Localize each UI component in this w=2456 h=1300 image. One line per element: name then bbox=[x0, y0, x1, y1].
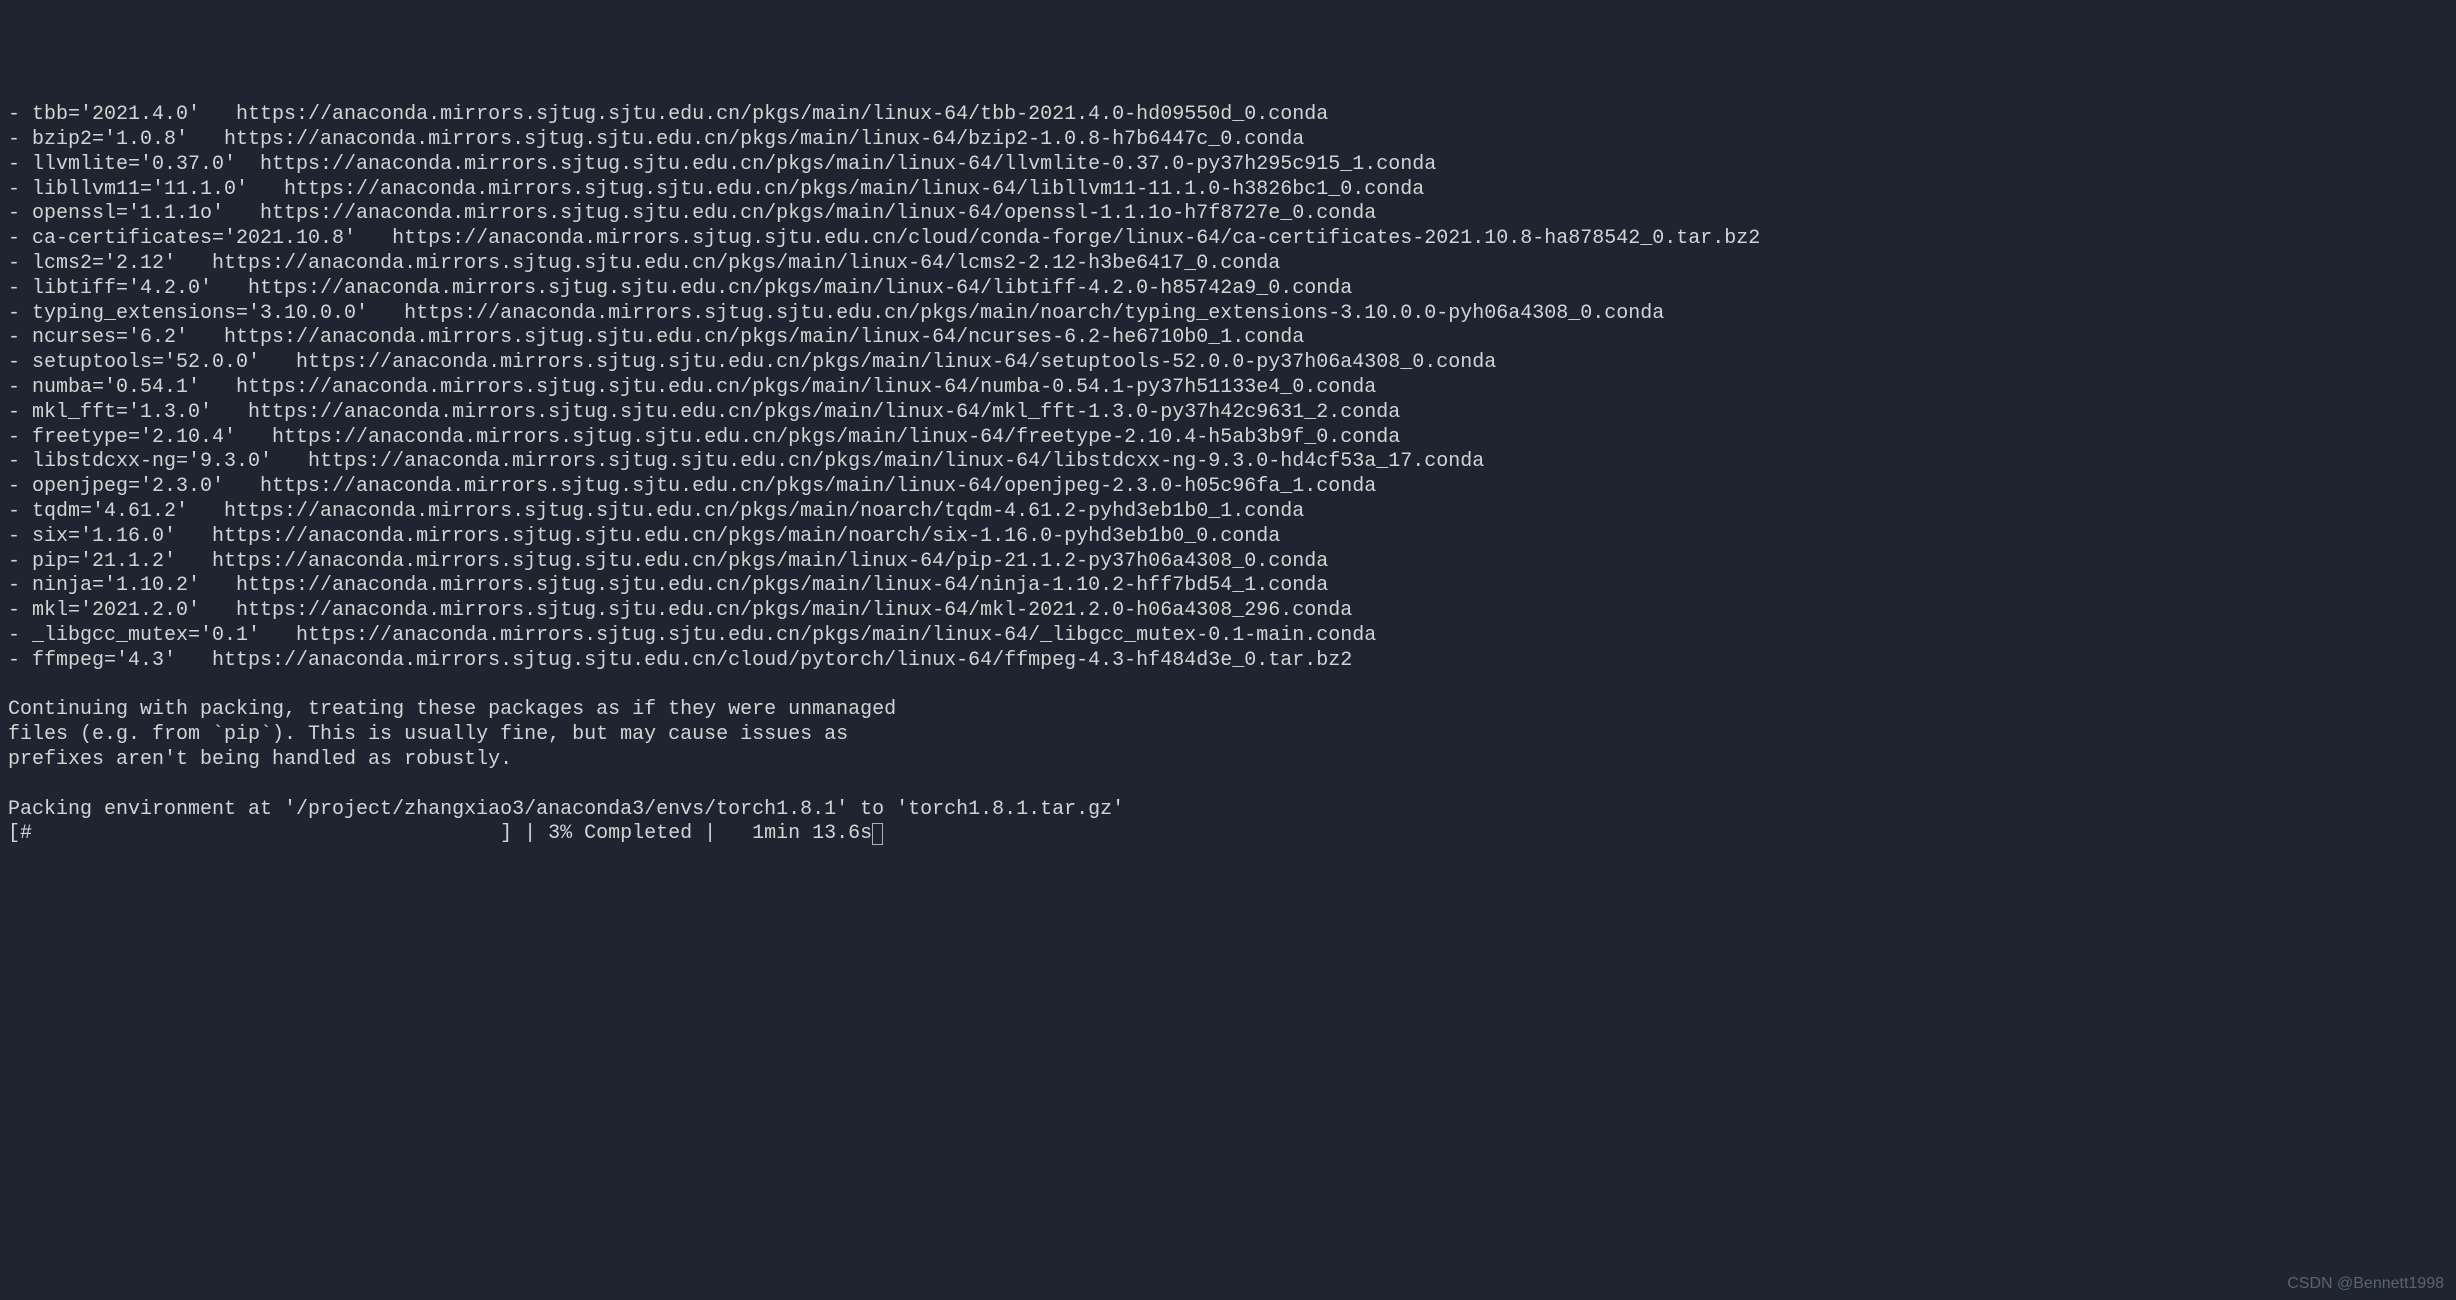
blank-line bbox=[8, 773, 2448, 798]
package-line: - mkl_fft='1.3.0' https://anaconda.mirro… bbox=[8, 401, 2448, 426]
package-line: - lcms2='2.12' https://anaconda.mirrors.… bbox=[8, 252, 2448, 277]
status-message: Continuing with packing, treating these … bbox=[8, 698, 2448, 723]
watermark-text: CSDN @Bennett1998 bbox=[2287, 1274, 2444, 1294]
terminal-output: - tbb='2021.4.0' https://anaconda.mirror… bbox=[8, 103, 2448, 847]
package-line: - libllvm11='11.1.0' https://anaconda.mi… bbox=[8, 178, 2448, 203]
package-line: - freetype='2.10.4' https://anaconda.mir… bbox=[8, 426, 2448, 451]
package-line: - _libgcc_mutex='0.1' https://anaconda.m… bbox=[8, 624, 2448, 649]
package-line: - pip='21.1.2' https://anaconda.mirrors.… bbox=[8, 550, 2448, 575]
package-line: - mkl='2021.2.0' https://anaconda.mirror… bbox=[8, 599, 2448, 624]
package-line: - libtiff='4.2.0' https://anaconda.mirro… bbox=[8, 277, 2448, 302]
package-line: - ninja='1.10.2' https://anaconda.mirror… bbox=[8, 574, 2448, 599]
package-line: - ncurses='6.2' https://anaconda.mirrors… bbox=[8, 326, 2448, 351]
status-message: files (e.g. from `pip`). This is usually… bbox=[8, 723, 2448, 748]
blank-line bbox=[8, 674, 2448, 699]
package-line: - llvmlite='0.37.0' https://anaconda.mir… bbox=[8, 153, 2448, 178]
status-message: prefixes aren't being handled as robustl… bbox=[8, 748, 2448, 773]
package-line: - tqdm='4.61.2' https://anaconda.mirrors… bbox=[8, 500, 2448, 525]
package-line: - setuptools='52.0.0' https://anaconda.m… bbox=[8, 351, 2448, 376]
terminal-cursor bbox=[872, 823, 883, 845]
package-line: - numba='0.54.1' https://anaconda.mirror… bbox=[8, 376, 2448, 401]
package-line: - libstdcxx-ng='9.3.0' https://anaconda.… bbox=[8, 450, 2448, 475]
package-line: - ca-certificates='2021.10.8' https://an… bbox=[8, 227, 2448, 252]
package-line: - ffmpeg='4.3' https://anaconda.mirrors.… bbox=[8, 649, 2448, 674]
package-line: - tbb='2021.4.0' https://anaconda.mirror… bbox=[8, 103, 2448, 128]
package-line: - typing_extensions='3.10.0.0' https://a… bbox=[8, 302, 2448, 327]
packing-message: Packing environment at '/project/zhangxi… bbox=[8, 798, 2448, 823]
package-line: - bzip2='1.0.8' https://anaconda.mirrors… bbox=[8, 128, 2448, 153]
package-line: - six='1.16.0' https://anaconda.mirrors.… bbox=[8, 525, 2448, 550]
package-line: - openssl='1.1.1o' https://anaconda.mirr… bbox=[8, 202, 2448, 227]
package-line: - openjpeg='2.3.0' https://anaconda.mirr… bbox=[8, 475, 2448, 500]
progress-bar: [# ] | 3% Completed | 1min 13.6s bbox=[8, 822, 2448, 847]
